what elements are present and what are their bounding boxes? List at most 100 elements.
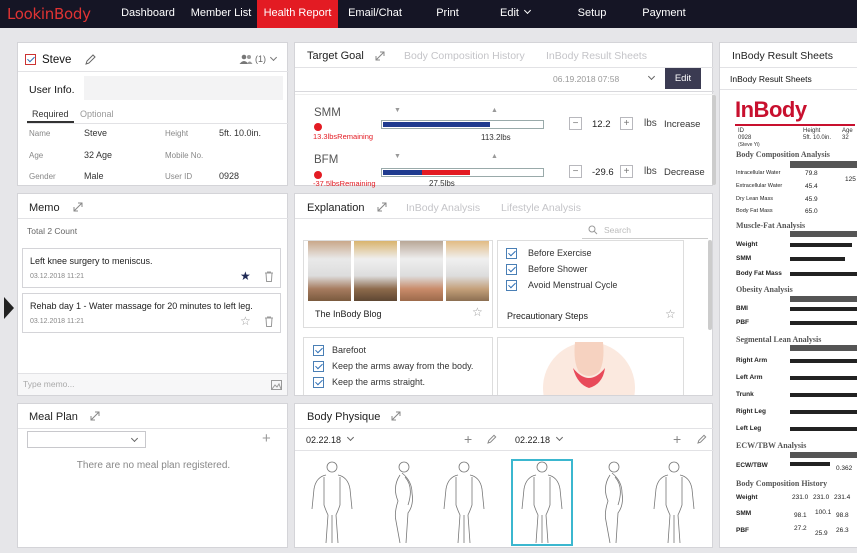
- expand-icon[interactable]: [375, 51, 385, 61]
- add-meal-plan-icon[interactable]: +: [262, 430, 271, 447]
- star-filled-icon[interactable]: ★: [240, 269, 251, 283]
- physique-date-left[interactable]: 02.22.18: [306, 435, 341, 445]
- meal-plan-select[interactable]: [27, 431, 146, 448]
- nav-health-report[interactable]: Health Report: [257, 0, 338, 28]
- warning-icon: [314, 171, 322, 179]
- precaution-card[interactable]: Before Exercise Before Shower Avoid Mens…: [497, 240, 684, 328]
- history-row-label: PBF: [736, 527, 749, 534]
- smm-progress-bar: [381, 120, 544, 129]
- image-icon[interactable]: [271, 380, 282, 390]
- edit-user-icon[interactable]: [84, 53, 97, 66]
- star-outline-icon[interactable]: ☆: [472, 305, 483, 319]
- nav-member-list[interactable]: Member List: [186, 0, 256, 28]
- add-photo-icon[interactable]: +: [673, 431, 681, 447]
- tab-lifestyle-analysis[interactable]: Lifestyle Analysis: [501, 202, 581, 214]
- precaution-item: Before Exercise: [528, 248, 592, 258]
- precaution-item: Avoid Menstrual Cycle: [528, 280, 618, 290]
- collapse-arrow-icon[interactable]: [4, 297, 14, 319]
- mfa-heading: Muscle-Fat Analysis: [736, 221, 806, 230]
- checkbox-checked[interactable]: [506, 264, 517, 275]
- smm-increment-button[interactable]: +: [620, 117, 633, 130]
- tab-target-goal[interactable]: Target Goal: [307, 50, 364, 62]
- body-illustration-card[interactable]: [497, 337, 684, 395]
- bfm-value[interactable]: -29.6: [592, 167, 614, 178]
- expand-icon[interactable]: [377, 202, 387, 212]
- mfa-bar: [790, 272, 857, 276]
- user-info-banner: [84, 76, 283, 100]
- tab-required[interactable]: Required: [32, 109, 69, 119]
- start-marker-icon: ▼: [394, 107, 401, 114]
- history-value: 98.8: [836, 512, 849, 519]
- user-select-checkbox[interactable]: [25, 54, 36, 65]
- body-side-figure[interactable]: [372, 459, 432, 543]
- smm-label: SMM: [314, 107, 341, 119]
- body-front-figure[interactable]: [302, 459, 362, 543]
- physique-date-right[interactable]: 02.22.18: [515, 435, 550, 445]
- expand-icon[interactable]: [90, 411, 100, 421]
- user-name: Steve: [42, 54, 72, 66]
- tab-body-composition-history[interactable]: Body Composition History: [404, 50, 525, 62]
- smm-decrement-button[interactable]: −: [569, 117, 582, 130]
- trash-icon[interactable]: [264, 316, 274, 327]
- body-side-figure[interactable]: [582, 459, 642, 543]
- posture-card[interactable]: Barefoot Keep the arms away from the bod…: [303, 337, 493, 395]
- tab-inbody-result-sheets[interactable]: InBody Result Sheets: [546, 50, 647, 62]
- tab-inbody-analysis[interactable]: InBody Analysis: [406, 202, 480, 214]
- inbody-brand-logo: InBody: [735, 97, 807, 122]
- chevron-down-icon[interactable]: [555, 433, 564, 442]
- blog-card[interactable]: The InBody Blog ☆: [303, 240, 493, 328]
- checkbox-checked[interactable]: [313, 361, 324, 372]
- bfm-decrement-button[interactable]: −: [569, 165, 582, 178]
- expand-icon[interactable]: [391, 411, 401, 421]
- target-goal-card: Target Goal Body Composition History InB…: [294, 42, 714, 188]
- age-value: 32 Age: [84, 150, 113, 160]
- group-dropdown-icon[interactable]: [269, 53, 278, 62]
- body-back-figure[interactable]: [644, 459, 704, 543]
- checkbox-checked[interactable]: [506, 248, 517, 259]
- memo-title: Memo: [29, 202, 60, 214]
- history-value: 231.0: [813, 494, 830, 501]
- date-dropdown-icon[interactable]: [647, 72, 656, 81]
- memo-placeholder: Type memo...: [23, 379, 75, 389]
- checkbox-checked[interactable]: [313, 377, 324, 388]
- gender-value: Male: [84, 171, 104, 181]
- nav-dashboard[interactable]: Dashboard: [112, 0, 184, 28]
- star-outline-icon[interactable]: ☆: [240, 314, 251, 328]
- nav-print[interactable]: Print: [425, 0, 470, 28]
- nav-payment[interactable]: Payment: [636, 0, 692, 28]
- body-physique-title: Body Physique: [307, 411, 381, 423]
- edit-button[interactable]: Edit: [665, 68, 701, 89]
- blog-thumbnail: [400, 241, 443, 301]
- body-back-figure[interactable]: [434, 459, 494, 543]
- explanation-scrollbar[interactable]: [708, 240, 712, 330]
- userid-value: 0928: [219, 171, 240, 181]
- meal-plan-title: Meal Plan: [29, 411, 78, 423]
- nav-setup[interactable]: Setup: [567, 0, 617, 28]
- checkbox-checked[interactable]: [313, 345, 324, 356]
- star-outline-icon[interactable]: ☆: [665, 307, 676, 321]
- expand-icon[interactable]: [73, 202, 83, 212]
- add-photo-icon[interactable]: +: [464, 431, 472, 447]
- smm-value[interactable]: 12.2: [592, 119, 611, 130]
- memo-item[interactable]: Left knee surgery to meniscus. 03.12.201…: [22, 248, 281, 288]
- posture-item: Keep the arms straight.: [332, 377, 426, 387]
- nav-edit[interactable]: Edit: [490, 0, 540, 28]
- tab-explanation[interactable]: Explanation: [307, 202, 365, 214]
- pencil-icon[interactable]: [487, 434, 497, 444]
- result-id-value: 0928: [738, 135, 752, 141]
- memo-input[interactable]: Type memo...: [18, 373, 287, 395]
- mfa-bar: [790, 243, 852, 247]
- memo-item[interactable]: Rehab day 1 - Water massage for 20 minut…: [22, 293, 281, 333]
- history-heading: Body Composition History: [736, 479, 828, 488]
- checkbox-checked[interactable]: [506, 280, 517, 291]
- nav-email-chat[interactable]: Email/Chat: [340, 0, 410, 28]
- bfm-increment-button[interactable]: +: [620, 165, 633, 178]
- history-value: 27.2: [794, 525, 807, 532]
- result-scrollbar[interactable]: [712, 95, 716, 185]
- chevron-down-icon[interactable]: [346, 433, 355, 442]
- trash-icon[interactable]: [264, 271, 274, 282]
- pencil-icon[interactable]: [697, 434, 707, 444]
- body-front-figure[interactable]: [512, 459, 572, 543]
- tab-optional[interactable]: Optional: [80, 109, 114, 119]
- search-field[interactable]: Search: [582, 222, 708, 239]
